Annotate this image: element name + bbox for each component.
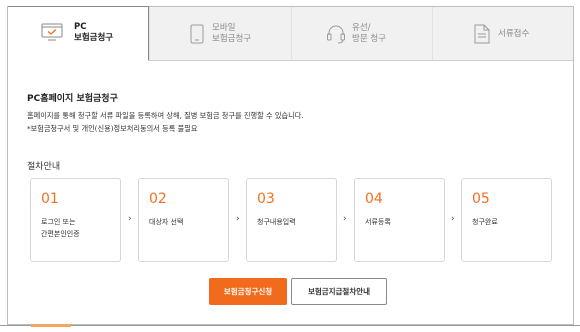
claim-method-tabs: PC 보험금청구 모바일 보험금청구 유선/ 방문 청구 서류접수 (8, 6, 573, 61)
tab-label: 유선/ 방문 청구 (352, 23, 386, 44)
step-card: 01 로그인 또는 간편본인인증 (30, 178, 121, 262)
step-number: 05 (472, 191, 490, 207)
monitor-check-icon (41, 23, 63, 41)
tab-label: PC 보험금청구 (74, 22, 114, 43)
step-label: 서류등록 (365, 218, 391, 226)
tab-mobile-claim[interactable]: 모바일 보험금청구 (149, 7, 291, 61)
step-card: 05 청구완료 (461, 178, 552, 262)
claim-panel: PC 보험금청구 모바일 보험금청구 유선/ 방문 청구 서류접수 PC홈페이지… (7, 6, 574, 325)
step-number: 01 (41, 191, 59, 207)
step-label: 청구완료 (472, 218, 498, 226)
chevron-right-icon: › (343, 214, 347, 224)
accent-bar (31, 324, 71, 327)
chevron-right-icon: › (451, 214, 455, 224)
chevron-right-icon: › (236, 214, 240, 224)
step-card: 04 서류등록 (354, 178, 445, 262)
apply-claim-button[interactable]: 보험금청구신청 (209, 278, 287, 305)
step-label: 대상자 선택 (149, 218, 184, 226)
document-icon (474, 24, 490, 44)
step-card: 03 청구내용입력 (246, 178, 337, 262)
description-text: 홈페이지를 통해 청구할 서류 파일을 등록하여 상해, 질병 보험금 청구를 … (27, 111, 304, 120)
step-number: 03 (257, 191, 275, 207)
steps-heading: 절차안내 (27, 162, 61, 172)
payment-procedure-button[interactable]: 보험금지급절차안내 (291, 278, 387, 305)
step-label: 로그인 또는 간편본인인증 (41, 218, 80, 238)
tab-label: 서류접수 (498, 29, 530, 39)
step-label: 청구내용입력 (257, 218, 296, 226)
step-number: 04 (365, 191, 383, 207)
tab-document-submit[interactable]: 서류접수 (432, 7, 573, 61)
tab-phone-visit-claim[interactable]: 유선/ 방문 청구 (291, 7, 432, 61)
tab-pc-claim[interactable]: PC 보험금청구 (8, 6, 149, 61)
page-divider (0, 325, 580, 326)
headset-icon (326, 24, 346, 44)
step-card: 02 대상자 선택 (138, 178, 229, 262)
mobile-phone-icon (190, 24, 204, 44)
chevron-right-icon: › (128, 214, 132, 224)
description-note: *보험금청구서 및 개인(신용)정보처리동의서 등록 불필요 (27, 124, 198, 133)
section-title: PC홈페이지 보험금청구 (27, 94, 118, 104)
step-number: 02 (149, 191, 167, 207)
tab-label: 모바일 보험금청구 (212, 23, 252, 44)
